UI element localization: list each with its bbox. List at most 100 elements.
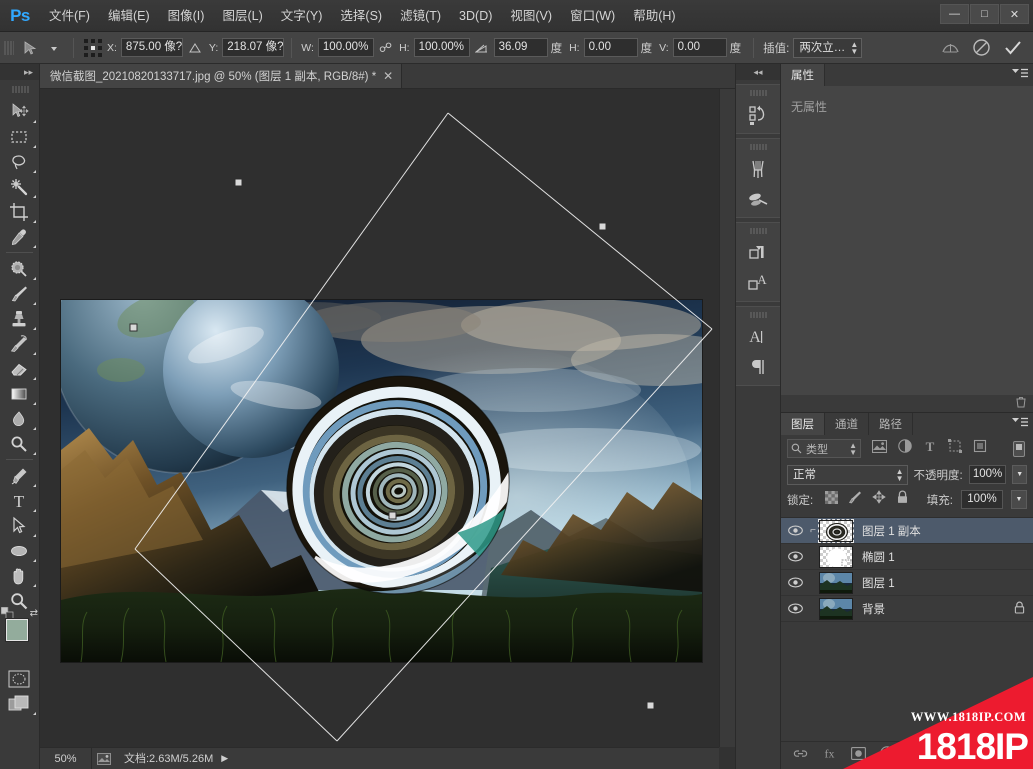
- menu-image[interactable]: 图像(I): [159, 0, 214, 32]
- menu-3d[interactable]: 3D(D): [450, 0, 501, 32]
- dock-group-grip[interactable]: [749, 225, 767, 236]
- skew-v-input[interactable]: 0.00: [672, 38, 727, 57]
- filter-shape-icon[interactable]: [948, 439, 962, 458]
- fill-slider-arrow[interactable]: ▼: [1011, 490, 1027, 509]
- canvas[interactable]: [40, 89, 719, 747]
- panel-menu-icon[interactable]: [1012, 417, 1028, 431]
- tool-type[interactable]: T: [0, 488, 38, 513]
- tool-gradient[interactable]: [0, 381, 38, 406]
- panel-menu-icon[interactable]: [1012, 68, 1028, 82]
- layer-thumbnail[interactable]: [819, 545, 853, 568]
- layer-filter-kind-select[interactable]: 类型 ▲ ▼: [787, 439, 861, 458]
- menu-help[interactable]: 帮助(H): [624, 0, 684, 32]
- tool-brush[interactable]: [0, 281, 38, 306]
- blend-mode-select[interactable]: 正常 ▲ ▼: [787, 464, 908, 485]
- table-row[interactable]: 图层 1: [781, 570, 1033, 596]
- menu-view[interactable]: 视图(V): [501, 0, 561, 32]
- dock-group-grip[interactable]: [749, 87, 767, 98]
- opacity-input[interactable]: 100%: [968, 465, 1007, 484]
- lock-image-icon[interactable]: [848, 490, 862, 509]
- opacity-slider-arrow[interactable]: ▼: [1012, 465, 1027, 484]
- tool-clone-stamp[interactable]: [0, 306, 38, 331]
- delete-property-icon[interactable]: [1015, 395, 1027, 413]
- commit-transform-icon[interactable]: [1003, 38, 1023, 58]
- chain-link-icon[interactable]: ☍: [379, 40, 392, 56]
- dock-collapse-button[interactable]: ◂◂: [736, 64, 780, 80]
- width-input[interactable]: 100.00%: [317, 38, 374, 57]
- menu-filter[interactable]: 滤镜(T): [391, 0, 450, 32]
- maximize-button[interactable]: □: [970, 4, 999, 24]
- adjustments-panel-icon[interactable]: A: [736, 268, 780, 298]
- menu-window[interactable]: 窗口(W): [561, 0, 624, 32]
- layer-thumbnail[interactable]: [818, 518, 854, 543]
- layer-mask-icon[interactable]: [851, 746, 866, 765]
- tab-layers[interactable]: 图层: [781, 413, 825, 435]
- table-row[interactable]: ⌐ 图层 1 副本: [781, 518, 1033, 544]
- tool-ellipse[interactable]: [0, 538, 38, 563]
- layer-style-icon[interactable]: fx: [822, 746, 837, 765]
- brush-panel-icon[interactable]: [736, 184, 780, 214]
- x-input[interactable]: 875.00 像?: [120, 38, 183, 57]
- menu-layer[interactable]: 图层(L): [213, 0, 271, 32]
- tool-eraser[interactable]: [0, 356, 38, 381]
- warp-toggle-icon[interactable]: [941, 38, 960, 57]
- new-layer-icon[interactable]: [937, 746, 950, 765]
- tool-lasso[interactable]: [0, 149, 38, 174]
- tool-pen[interactable]: [0, 463, 38, 488]
- tool-crop[interactable]: [0, 199, 38, 224]
- status-menu-arrow[interactable]: ▶: [221, 753, 228, 764]
- table-row[interactable]: 椭圆 1: [781, 544, 1033, 570]
- filter-smartobject-icon[interactable]: [973, 439, 987, 458]
- tool-magic-wand[interactable]: [0, 174, 38, 199]
- tab-paths[interactable]: 路径: [869, 413, 913, 435]
- fill-input[interactable]: 100%: [961, 490, 1003, 509]
- layer-visibility-icon[interactable]: [783, 551, 807, 562]
- reference-point-icon[interactable]: [81, 36, 105, 60]
- tool-path-selection[interactable]: [0, 513, 38, 538]
- screen-mode-toggle[interactable]: [0, 691, 38, 716]
- tool-healing-brush[interactable]: [0, 256, 38, 281]
- layer-thumbnail[interactable]: [819, 597, 853, 620]
- tool-blur[interactable]: [0, 406, 38, 431]
- options-bar-grip[interactable]: [4, 36, 14, 59]
- character-panel-icon[interactable]: A: [736, 322, 780, 352]
- tool-eyedropper[interactable]: [0, 224, 38, 249]
- tab-properties[interactable]: 属性: [781, 64, 825, 86]
- delete-layer-icon[interactable]: [964, 747, 977, 765]
- menu-file[interactable]: 文件(F): [40, 0, 99, 32]
- layer-thumbnail[interactable]: [819, 571, 853, 594]
- layer-visibility-icon[interactable]: [783, 577, 807, 588]
- menu-type[interactable]: 文字(Y): [272, 0, 332, 32]
- canvas-vertical-scrollbar[interactable]: [719, 89, 735, 747]
- lock-transparency-icon[interactable]: [825, 490, 839, 509]
- lock-all-icon[interactable]: [896, 490, 909, 509]
- angle-input[interactable]: 36.09: [493, 38, 548, 57]
- paragraph-panel-icon[interactable]: [736, 352, 780, 382]
- close-button[interactable]: ✕: [1000, 4, 1029, 24]
- layer-visibility-icon[interactable]: [783, 603, 807, 614]
- toolbar-collapse-button[interactable]: ▸▸: [0, 64, 39, 80]
- filter-type-icon[interactable]: T: [923, 439, 937, 458]
- new-adjustment-layer-icon[interactable]: [880, 746, 894, 765]
- menu-edit[interactable]: 编辑(E): [99, 0, 159, 32]
- toolbar-grip[interactable]: [10, 83, 29, 95]
- skew-h-input[interactable]: 0.00: [583, 38, 638, 57]
- tool-move[interactable]: [0, 99, 38, 124]
- document-tab[interactable]: 微信截图_20210820133717.jpg @ 50% (图层 1 副本, …: [40, 64, 403, 88]
- cancel-transform-icon[interactable]: [972, 38, 991, 57]
- close-icon[interactable]: ✕: [383, 69, 393, 83]
- relative-position-icon[interactable]: [183, 36, 207, 60]
- swap-colors-icon[interactable]: ⇄: [30, 608, 38, 619]
- filter-adjustment-icon[interactable]: [898, 439, 912, 458]
- lock-position-icon[interactable]: [872, 490, 886, 509]
- quick-mask-toggle[interactable]: [0, 666, 38, 691]
- layer-visibility-icon[interactable]: [783, 525, 807, 536]
- filter-power-icon[interactable]: [1011, 438, 1027, 460]
- foreground-color-swatch[interactable]: [6, 619, 28, 641]
- brush-presets-icon[interactable]: [736, 154, 780, 184]
- table-row[interactable]: 背景: [781, 596, 1033, 622]
- tool-dodge[interactable]: [0, 431, 38, 456]
- history-panel-icon[interactable]: [736, 100, 780, 130]
- layer-list[interactable]: ⌐ 图层 1 副本 椭圆 1 图层 1 背景: [781, 517, 1033, 741]
- filter-pixel-icon[interactable]: [871, 439, 888, 458]
